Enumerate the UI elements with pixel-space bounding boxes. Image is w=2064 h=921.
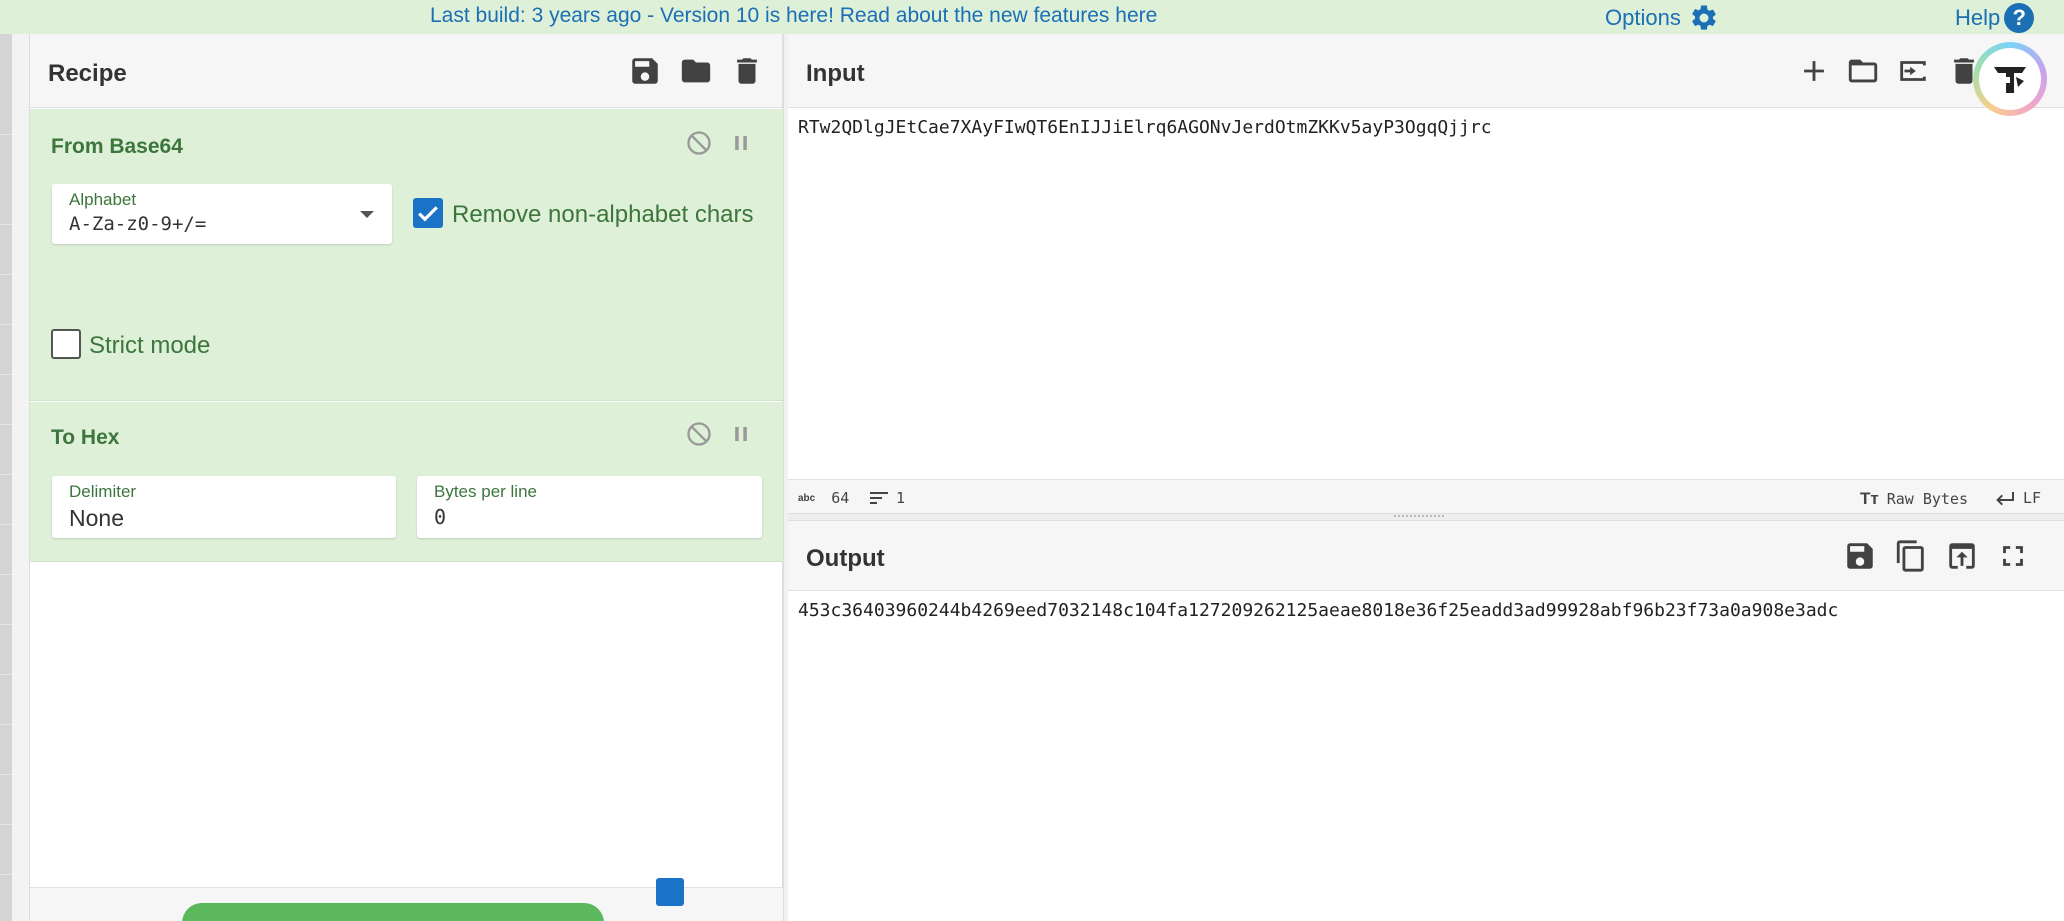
operation-title: From Base64 [51, 135, 183, 158]
options-label: Options [1605, 5, 1681, 30]
strict-mode-checkbox[interactable] [51, 329, 81, 359]
replace-input-icon[interactable] [1945, 539, 1979, 573]
input-pane: Input RTw2QDlgJEtCae7XAyFIwQT6EnIJJiElrq… [788, 34, 2064, 513]
output-pane: Output 453c36403960244b4269eed7032148c10… [788, 521, 2064, 921]
maximise-output-icon[interactable] [1996, 539, 2030, 573]
recipe-pane: Recipe From Base64 Alphabet A-Za-z0-9+/=… [30, 34, 783, 921]
input-title: Input [806, 60, 865, 87]
logo-inner [1979, 48, 2041, 110]
auto-bake-checkbox[interactable] [656, 878, 684, 906]
notification-banner: Last build: 3 years ago - Version 10 is … [0, 0, 2064, 34]
alphabet-select[interactable]: Alphabet A-Za-z0-9+/= [52, 184, 392, 244]
delimiter-label: Delimiter [69, 482, 137, 501]
cyberchef-logo-icon[interactable] [1973, 42, 2047, 116]
pane-resizer-left[interactable] [12, 34, 30, 921]
clear-recipe-icon[interactable] [730, 54, 764, 88]
build-notice-link[interactable]: Last build: 3 years ago - Version 10 is … [430, 4, 1157, 28]
remove-non-alphabet-checkbox[interactable] [413, 198, 443, 228]
to-hex-operation[interactable]: To Hex Delimiter None Bytes per line 0 [30, 402, 783, 562]
delimiter-value: None [69, 505, 124, 531]
eol-button[interactable]: LF [1995, 489, 2041, 507]
chevron-down-icon [360, 211, 374, 218]
checkmark-icon [418, 206, 438, 222]
chr-enc-button[interactable]: Tт Raw Bytes [1860, 489, 1968, 509]
length-value: 64 [831, 489, 850, 507]
from-base64-operation[interactable]: From Base64 Alphabet A-Za-z0-9+/= Remove… [30, 109, 783, 401]
return-icon [1996, 492, 2014, 506]
disable-operation-icon[interactable] [685, 420, 713, 448]
bake-button[interactable] [182, 903, 604, 921]
alphabet-value: A-Za-z0-9+/= [69, 213, 207, 235]
add-tab-icon[interactable] [1797, 54, 1831, 88]
input-textarea[interactable]: RTw2QDlgJEtCae7XAyFIwQT6EnIJJiElrq6AGONv… [798, 117, 1492, 138]
lines-icon [870, 492, 888, 504]
abc-icon: abc [798, 492, 816, 504]
lines-value: 1 [896, 489, 906, 507]
eol-label: LF [2023, 489, 2042, 507]
line-count: 1 [870, 489, 905, 507]
output-text[interactable]: 453c36403960244b4269eed7032148c104fa1272… [798, 600, 1838, 621]
strict-mode-label: Strict mode [89, 332, 211, 359]
load-recipe-icon[interactable] [679, 54, 713, 88]
help-label: Help [1955, 5, 2001, 30]
chef-hat-icon [1994, 67, 2026, 93]
bytes-per-line-value: 0 [434, 505, 447, 529]
resize-grip-icon [1394, 515, 1444, 518]
recipe-title: Recipe [48, 60, 127, 87]
delimiter-field[interactable]: Delimiter None [52, 476, 396, 538]
save-recipe-icon[interactable] [628, 54, 662, 88]
bytes-per-line-field[interactable]: Bytes per line 0 [417, 476, 762, 538]
open-file-icon[interactable] [1896, 54, 1930, 88]
input-header: Input [788, 34, 2064, 108]
help-link[interactable]: Help ? [1955, 3, 2035, 33]
save-output-icon[interactable] [1843, 539, 1877, 573]
bytes-per-line-label: Bytes per line [434, 482, 537, 501]
alphabet-label: Alphabet [69, 190, 137, 209]
recipe-header: Recipe [30, 34, 782, 108]
pause-operation-icon[interactable] [727, 129, 755, 157]
operations-list-edge [0, 34, 12, 921]
output-header: Output [788, 521, 2064, 591]
disable-operation-icon[interactable] [685, 129, 713, 157]
char-count: abc 64 [798, 489, 849, 507]
options-link[interactable]: Options [1605, 3, 1719, 33]
remove-non-alphabet-label: Remove non-alphabet chars [452, 201, 754, 228]
pause-operation-icon[interactable] [727, 420, 755, 448]
output-title: Output [806, 545, 885, 572]
format-label: Raw Bytes [1886, 490, 1968, 508]
gear-icon [1692, 5, 1716, 30]
input-status-bar: abc 64 1 Tт Raw Bytes LF [788, 479, 2064, 513]
text-format-icon: Tт [1860, 489, 1879, 508]
copy-output-icon[interactable] [1894, 539, 1928, 573]
open-folder-icon[interactable] [1846, 54, 1880, 88]
help-icon: ? [2004, 3, 2035, 33]
operation-title: To Hex [51, 426, 120, 449]
